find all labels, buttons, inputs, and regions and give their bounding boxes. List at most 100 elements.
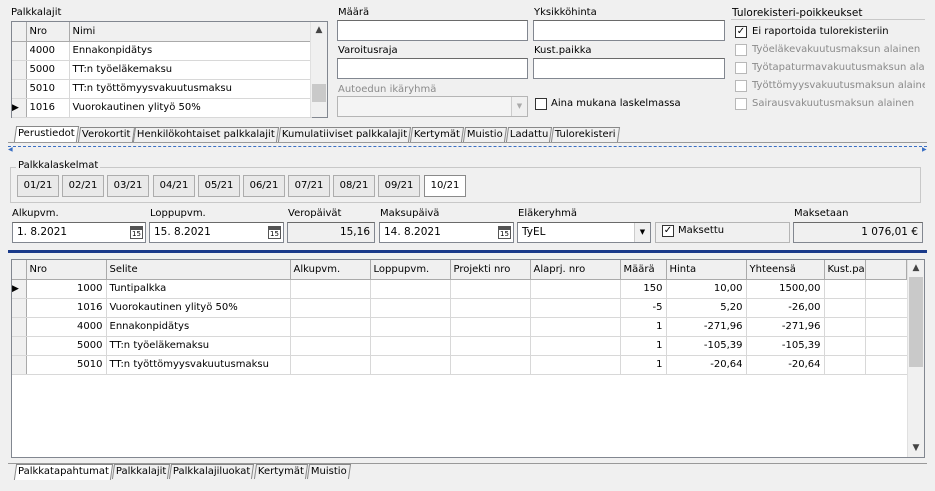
scroll-thumb[interactable] — [312, 84, 326, 102]
tab-henkilökohtaiset-palkkalajit[interactable]: Henkilökohtaiset palkkalajit — [133, 127, 280, 142]
cell-nimi[interactable]: Ennakonpidätys — [69, 41, 312, 61]
col-header-yhteensa[interactable]: Yhteensä — [746, 260, 825, 280]
calendar-icon[interactable]: 15 — [130, 226, 143, 239]
cell-projekti[interactable] — [450, 336, 531, 356]
loppupvm-field[interactable]: 15. 8.2021 15 — [149, 222, 284, 243]
tab-kumulatiiviset-palkkalajit[interactable]: Kumulatiiviset palkkalajit — [278, 127, 412, 142]
cell-hinta[interactable]: 10,00 — [666, 279, 747, 299]
maksupaiva-field[interactable]: 14. 8.2021 15 — [379, 222, 514, 243]
month-button[interactable]: 09/21 — [378, 175, 420, 197]
cell-nro[interactable]: 1016 — [26, 298, 107, 318]
tab-kertymät[interactable]: Kertymät — [410, 127, 465, 142]
month-button[interactable]: 01/21 — [17, 175, 59, 197]
cell-nro[interactable]: 5000 — [26, 336, 107, 356]
col-header-projekti[interactable]: Projekti nro — [450, 260, 531, 280]
tab-palkkalajit[interactable]: Palkkalajit — [111, 464, 171, 479]
cell-kust[interactable] — [824, 336, 866, 356]
cell-alku[interactable] — [290, 279, 371, 299]
cell-maara[interactable]: 1 — [620, 355, 667, 375]
table-row[interactable]: ▶ 1000 Tuntipalkka 150 10,00 1500,00 — [12, 279, 907, 299]
month-button[interactable]: 05/21 — [198, 175, 240, 197]
cell-selite[interactable]: Tuntipalkka — [106, 279, 291, 299]
month-button[interactable]: 03/21 — [107, 175, 149, 197]
col-header-kustpaikka[interactable]: Kust.paikka — [824, 260, 866, 280]
cell-projekti[interactable] — [450, 355, 531, 375]
cell-kust[interactable] — [824, 317, 866, 337]
tulorekisteri-checkbox[interactable] — [735, 44, 747, 56]
cell-loppu[interactable] — [370, 355, 451, 375]
month-button[interactable]: 08/21 — [333, 175, 375, 197]
month-button[interactable]: 02/21 — [62, 175, 104, 197]
cell-alku[interactable] — [290, 298, 371, 318]
cell-alaprj[interactable] — [530, 336, 621, 356]
month-button[interactable]: 04/21 — [153, 175, 195, 197]
cell-nimi[interactable]: TT:n työttömyysvakuutusmaksu — [69, 79, 312, 99]
tulorekisteri-checkbox[interactable] — [735, 98, 747, 110]
scroll-up-icon[interactable]: ▲ — [311, 22, 327, 39]
main-grid-scrollbar[interactable]: ▲ ▼ — [907, 260, 924, 457]
cell-alku[interactable] — [290, 355, 371, 375]
scroll-thumb[interactable] — [909, 277, 923, 367]
cell-maara[interactable]: 1 — [620, 317, 667, 337]
table-row[interactable]: 5010 TT:n työttömyysvakuutusmaksu 1 -20,64-… — [12, 355, 907, 375]
cell-kust[interactable] — [824, 355, 866, 375]
cell-alaprj[interactable] — [530, 279, 621, 299]
scroll-down-icon[interactable]: ▼ — [908, 440, 924, 457]
palkkalajit-grid[interactable]: Nro Nimi 4000 Ennakonpidätys 5000 TT:n työel… — [11, 21, 328, 118]
varoitusraja-field[interactable] — [337, 58, 528, 79]
table-row[interactable]: 5000 TT:n työeläkemaksu — [12, 60, 312, 80]
table-row[interactable]: 4000 Ennakonpidätys 1 -271,96 -271,96 — [12, 317, 907, 337]
cell-maara[interactable]: -5 — [620, 298, 667, 318]
cell-nro[interactable]: 5000 — [26, 60, 70, 80]
tab-verokortit[interactable]: Verokortit — [77, 127, 135, 142]
cell-yhteensa[interactable]: -26,00 — [746, 298, 825, 318]
table-row[interactable]: 4000 Ennakonpidätys — [12, 41, 312, 61]
tab-tulorekisteri[interactable]: Tulorekisteri — [551, 127, 621, 142]
cell-hinta[interactable]: -105,39 — [666, 336, 747, 356]
tab-ladattu[interactable]: Ladattu — [505, 127, 553, 142]
aina-mukana-checkbox[interactable] — [535, 98, 547, 110]
table-row[interactable]: 5000 TT:n työeläkemaksu 1 -105,39 -105,39 — [12, 336, 907, 356]
col-header-nro[interactable]: Nro — [26, 22, 70, 42]
table-row[interactable]: ▶ 1016 Vuorokautinen ylityö 50% — [12, 98, 312, 118]
cell-loppu[interactable] — [370, 317, 451, 337]
month-button[interactable]: 06/21 — [243, 175, 285, 197]
cell-alaprj[interactable] — [530, 298, 621, 318]
cell-alku[interactable] — [290, 317, 371, 337]
tab-muistio[interactable]: Muistio — [306, 464, 351, 479]
cell-selite[interactable]: TT:n työttömyysvakuutusmaksu — [106, 355, 291, 375]
tab-kertymät[interactable]: Kertymät — [253, 464, 308, 479]
cell-alaprj[interactable] — [530, 317, 621, 337]
cell-alku[interactable] — [290, 336, 371, 356]
cell-selite[interactable]: Ennakonpidätys — [106, 317, 291, 337]
cell-maara[interactable]: 1 — [620, 336, 667, 356]
col-header-alaprj[interactable]: Alaprj. nro — [530, 260, 621, 280]
cell-selite[interactable]: TT:n työeläkemaksu — [106, 336, 291, 356]
month-button[interactable]: 10/21 — [424, 175, 466, 197]
cell-nimi[interactable]: Vuorokautinen ylityö 50% — [69, 98, 312, 118]
palkkalajit-scrollbar[interactable]: ▲ — [310, 22, 327, 117]
cell-nro[interactable]: 1000 — [26, 279, 107, 299]
cell-maara[interactable]: 150 — [620, 279, 667, 299]
chevron-down-icon[interactable]: ▼ — [511, 97, 527, 116]
cell-loppu[interactable] — [370, 279, 451, 299]
tulorekisteri-checkbox[interactable] — [735, 80, 747, 92]
col-header-selite[interactable]: Selite — [106, 260, 291, 280]
palkkatapahtumat-grid[interactable]: Nro Selite Alkupvm. Loppupvm. Projekti nro Al… — [11, 259, 925, 458]
maksettu-checkbox[interactable]: ✓ — [662, 225, 674, 237]
calendar-icon[interactable]: 15 — [498, 226, 511, 239]
table-row[interactable]: 1016 Vuorokautinen ylityö 50% -5 5,20 -26,00 — [12, 298, 907, 318]
yksikkohinta-field[interactable] — [533, 20, 725, 41]
tulorekisteri-checkbox[interactable]: ✓ — [735, 26, 747, 38]
splitter[interactable] — [8, 146, 927, 150]
maara-field[interactable] — [337, 20, 528, 41]
cell-nimi[interactable]: TT:n työeläkemaksu — [69, 60, 312, 80]
col-header-loppupvm[interactable]: Loppupvm. — [370, 260, 451, 280]
cell-yhteensa[interactable]: -105,39 — [746, 336, 825, 356]
table-row[interactable]: 5010 TT:n työttömyysvakuutusmaksu — [12, 79, 312, 99]
cell-projekti[interactable] — [450, 317, 531, 337]
maksetaan-field[interactable]: 1 076,01 € — [793, 222, 923, 243]
kustpaikka-field[interactable] — [533, 58, 725, 79]
cell-nro[interactable]: 5010 — [26, 79, 70, 99]
veropaivat-field[interactable]: 15,16 — [287, 222, 375, 243]
